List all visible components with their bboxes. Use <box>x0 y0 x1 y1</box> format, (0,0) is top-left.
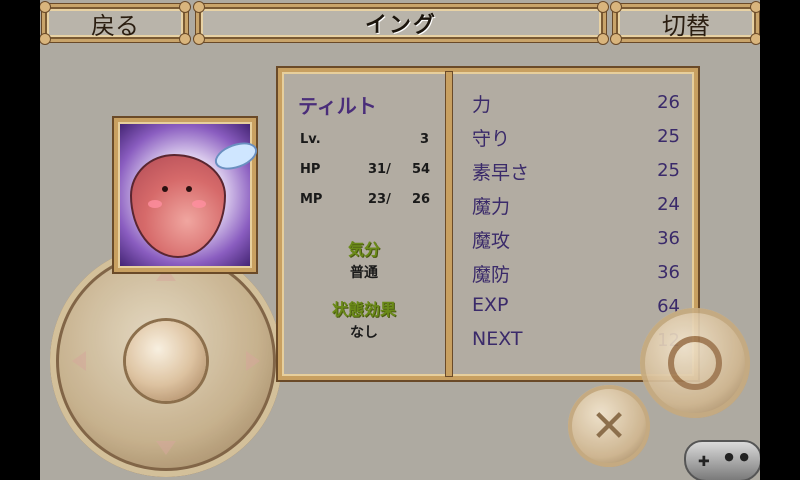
param-value-speed: 25 <box>657 160 680 181</box>
param-value-defense: 25 <box>657 126 680 147</box>
dpad-center[interactable] <box>126 321 206 401</box>
param-value-magic-defense: 36 <box>657 262 680 283</box>
hp-current: 31/ <box>368 162 391 177</box>
hp-max: 54 <box>412 162 431 177</box>
dpad-left-arrow-icon[interactable] <box>72 351 86 371</box>
virtual-dpad[interactable] <box>50 245 282 477</box>
param-label-power: 力 <box>472 94 492 116</box>
screen-title: イング <box>364 13 437 38</box>
mood-heading: 気分 <box>347 240 380 259</box>
back-button[interactable]: 戻る <box>40 1 191 45</box>
mp-max: 26 <box>412 192 431 207</box>
character-portrait <box>114 118 261 272</box>
param-label-speed: 素早さ <box>472 162 530 184</box>
title-bar: イング <box>193 1 609 45</box>
param-value-magic: 24 <box>657 194 680 215</box>
character-eye <box>186 186 192 192</box>
gamepad-dpad-icon: ✚ <box>698 454 710 470</box>
mp-label: MP <box>300 192 323 207</box>
close-icon: ✕ <box>590 400 628 452</box>
status-panel: ティルト Lv. 3 HP 31/ 54 MP 23/ 26 気分 普通 状態効… <box>278 68 698 380</box>
character-blush <box>192 200 206 208</box>
gamepad-buttons-icon: ● ● <box>724 450 750 463</box>
level-value: 3 <box>420 132 430 147</box>
param-value-magic-attack: 36 <box>657 228 680 249</box>
level-label: Lv. <box>300 132 321 147</box>
gamepad-icon[interactable]: ✚ ● ● <box>684 440 760 480</box>
hp-label: HP <box>300 162 321 177</box>
param-label-defense: 守り <box>472 128 511 150</box>
character-sprite <box>130 154 226 258</box>
param-label-exp: EXP <box>472 294 509 316</box>
param-label-magic: 魔力 <box>472 196 511 218</box>
dpad-right-arrow-icon[interactable] <box>246 351 260 371</box>
character-name: ティルト <box>298 94 377 118</box>
circle-icon <box>668 336 722 390</box>
param-value-power: 26 <box>657 92 680 113</box>
switch-button[interactable]: 切替 <box>610 1 760 45</box>
screen-border <box>760 0 800 480</box>
character-wing <box>211 137 261 175</box>
param-label-next: NEXT <box>472 328 523 350</box>
mood-value: 普通 <box>350 265 378 281</box>
character-eye <box>162 186 168 192</box>
back-button-label: 戻る <box>91 11 139 40</box>
status-effect-heading: 状態効果 <box>331 300 396 319</box>
mp-current: 23/ <box>368 192 391 207</box>
status-effect-value: なし <box>350 325 378 341</box>
game-screen: 戻る イング 切替 ティルト Lv. 3 HP 31/ 54 MP 23/ 26… <box>40 0 760 480</box>
character-blush <box>148 200 162 208</box>
cancel-button[interactable]: ✕ <box>568 385 650 467</box>
confirm-button[interactable] <box>640 308 750 418</box>
param-label-magic-attack: 魔攻 <box>472 230 511 252</box>
param-label-magic-defense: 魔防 <box>472 264 511 286</box>
dpad-down-arrow-icon[interactable] <box>156 441 176 455</box>
panel-divider <box>446 72 452 376</box>
switch-button-label: 切替 <box>662 11 710 40</box>
